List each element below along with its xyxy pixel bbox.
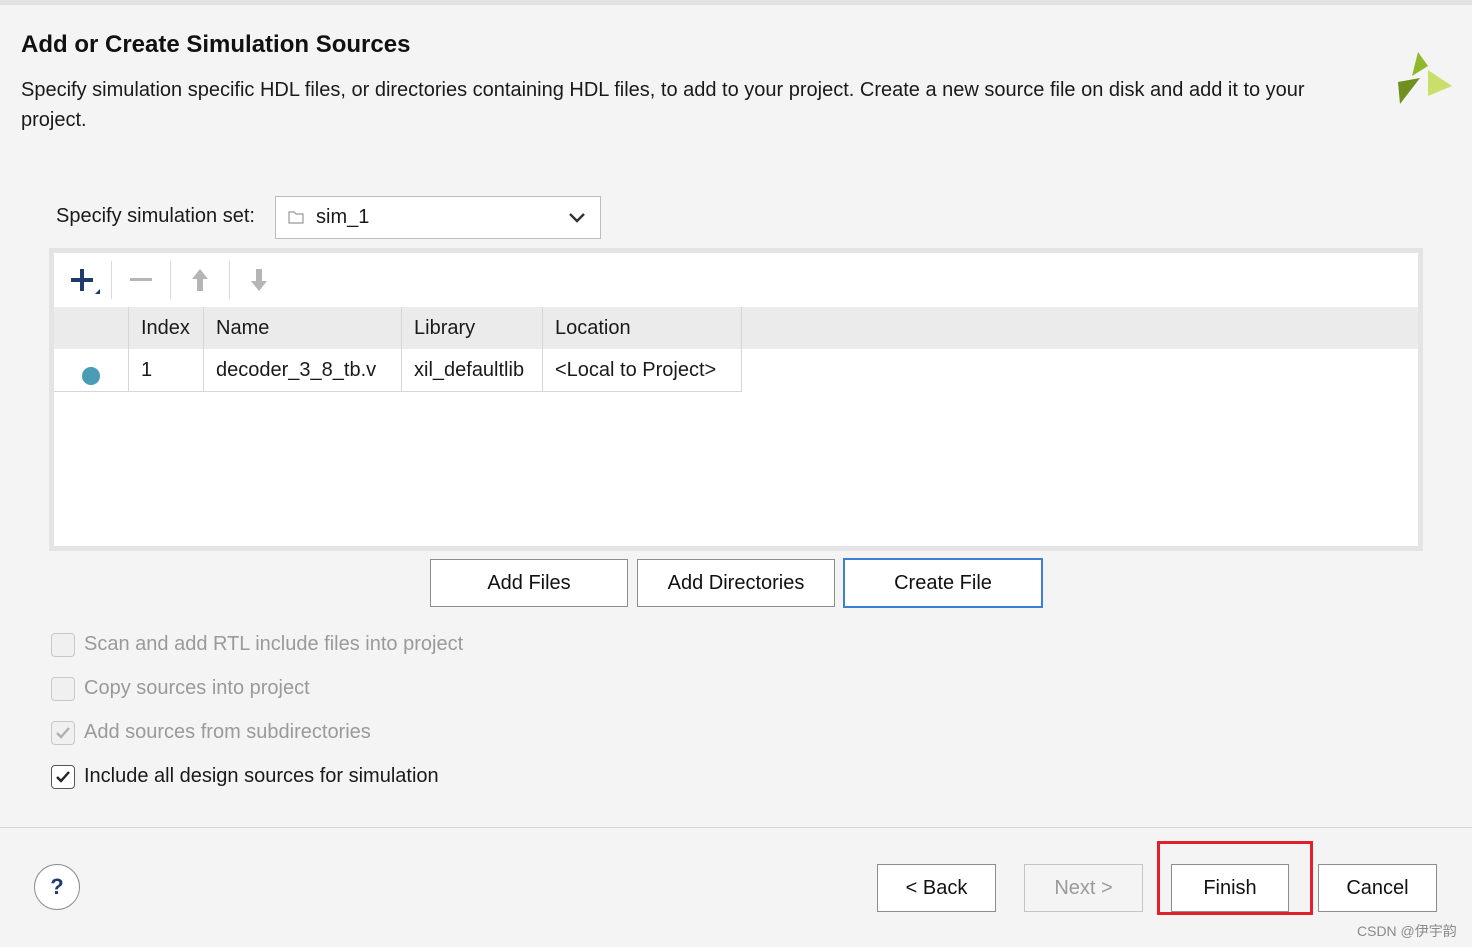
simulation-set-dropdown[interactable]: sim_1 (275, 196, 601, 239)
column-header-index[interactable]: Index (129, 307, 204, 349)
sources-table: Index Name Library Location 1 decoder_3_… (54, 253, 1418, 546)
xilinx-logo-icon (1398, 52, 1452, 104)
copy-sources-checkbox[interactable] (51, 677, 75, 701)
minus-icon[interactable] (124, 263, 158, 297)
table-toolbar (54, 253, 1418, 305)
add-directories-button[interactable]: Add Directories (637, 559, 835, 607)
row-index: 1 (141, 359, 153, 381)
footer-divider (0, 827, 1472, 828)
top-divider (0, 0, 1472, 5)
dialog-description: Specify simulation specific HDL files, o… (21, 79, 1305, 131)
scan-rtl-label: Scan and add RTL include files into proj… (84, 633, 464, 655)
create-file-button[interactable]: Create File (843, 558, 1043, 608)
add-subdirectories-label: Add sources from subdirectories (84, 721, 371, 743)
arrow-down-icon[interactable] (242, 263, 276, 297)
cancel-button[interactable]: Cancel (1318, 864, 1437, 912)
column-header-library[interactable]: Library (402, 307, 543, 349)
sources-table-frame: Index Name Library Location 1 decoder_3_… (49, 248, 1423, 551)
include-design-sources-label: Include all design sources for simulatio… (84, 765, 439, 787)
checkmark-icon (56, 771, 70, 783)
dialog-title: Add or Create Simulation Sources (21, 31, 411, 58)
status-dot-icon (82, 367, 100, 385)
scan-rtl-checkbox[interactable] (51, 633, 75, 657)
row-library: xil_defaultlib (414, 359, 525, 381)
include-design-sources-checkbox[interactable] (51, 765, 75, 789)
row-location: <Local to Project> (555, 359, 717, 381)
add-subdirectories-checkbox[interactable] (51, 721, 75, 745)
add-files-button[interactable]: Add Files (430, 559, 628, 607)
column-header-location[interactable]: Location (543, 307, 742, 349)
finish-highlight-box (1157, 841, 1313, 915)
folder-icon (288, 211, 304, 224)
simulation-set-label: Specify simulation set: (56, 205, 255, 227)
row-name: decoder_3_8_tb.v (216, 359, 377, 381)
column-header-name[interactable]: Name (204, 307, 402, 349)
toolbar-separator (229, 261, 230, 299)
help-button[interactable]: ? (34, 864, 80, 910)
checkmark-icon (56, 727, 70, 739)
arrow-up-icon[interactable] (183, 263, 217, 297)
next-button[interactable]: Next > (1024, 864, 1143, 912)
copy-sources-label: Copy sources into project (84, 677, 310, 699)
row-divider (54, 391, 742, 392)
back-button[interactable]: < Back (877, 864, 996, 912)
watermark: CSDN @伊宇韵 (1357, 923, 1457, 939)
chevron-down-icon (569, 213, 585, 223)
plus-icon[interactable] (66, 263, 100, 297)
toolbar-separator (170, 261, 171, 299)
simulation-set-value: sim_1 (316, 206, 370, 228)
toolbar-separator (111, 261, 112, 299)
